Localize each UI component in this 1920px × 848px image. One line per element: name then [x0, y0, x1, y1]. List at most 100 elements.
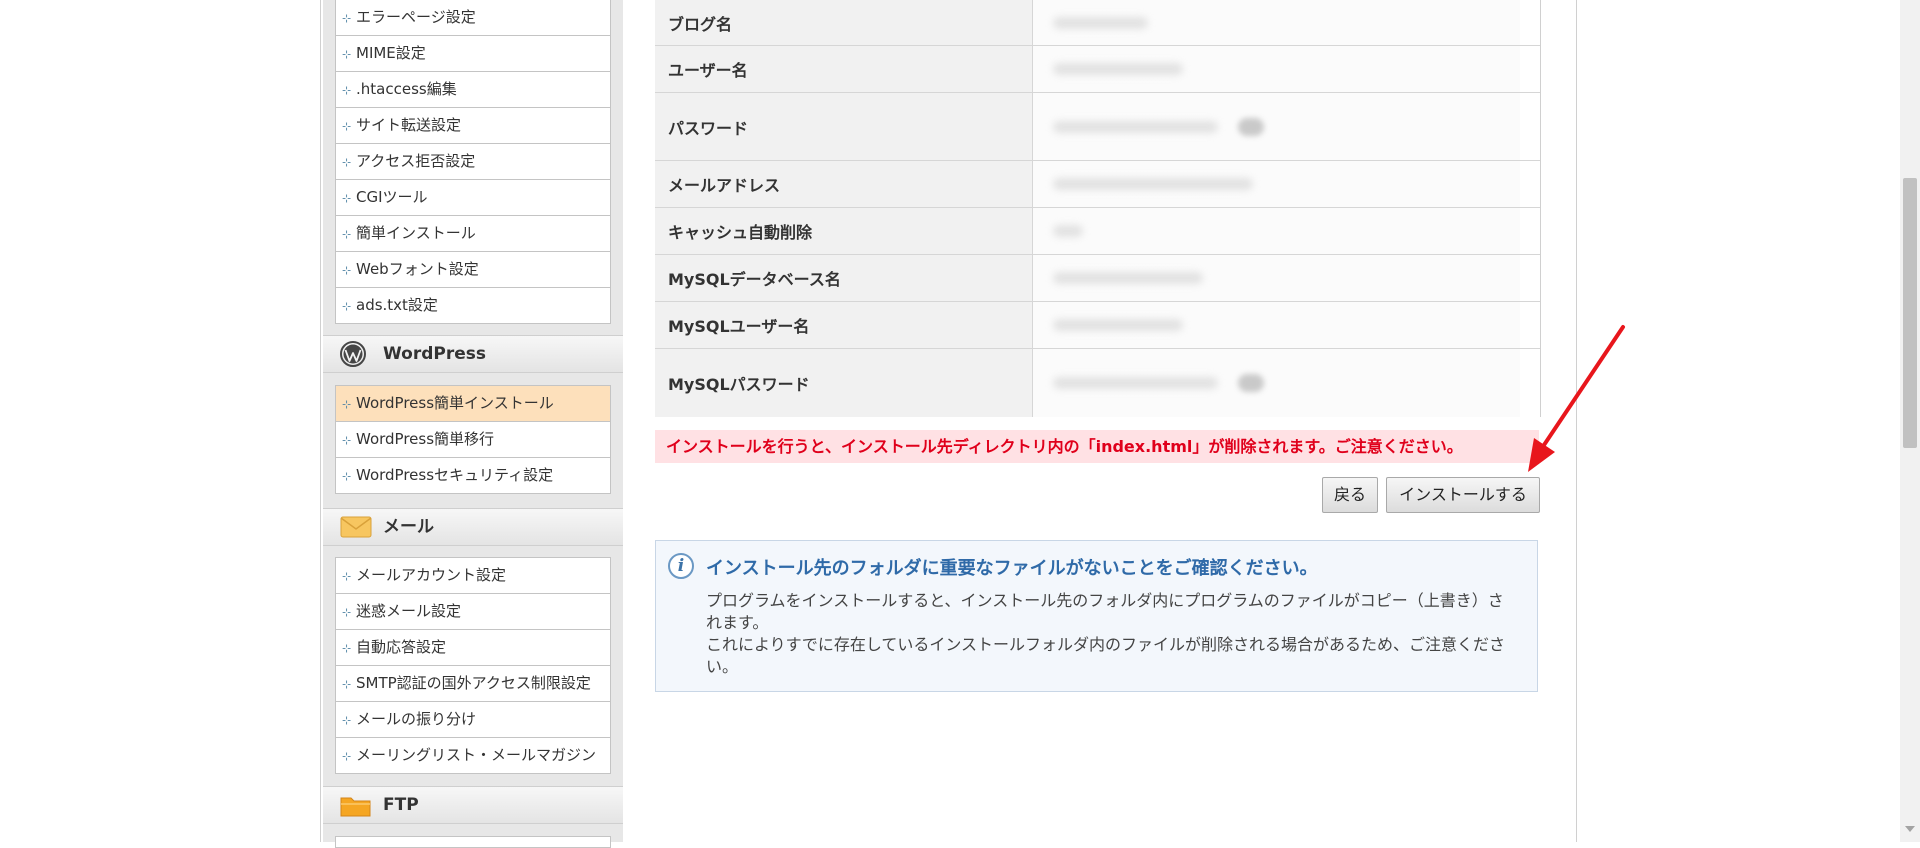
sidebar-item-mime[interactable]: ⊹ MIME設定 — [336, 35, 610, 71]
sidebar-section-ftp: FTP — [323, 786, 623, 824]
row-email: メールアドレス — [655, 161, 1540, 208]
sidebar-item-web-font[interactable]: ⊹ Webフォント設定 — [336, 251, 610, 287]
mysql-user-value — [1033, 302, 1540, 348]
sidebar-item-label: 簡単インストール — [356, 224, 476, 242]
vertical-scrollbar[interactable] — [1900, 0, 1920, 842]
sidebar-item-label: ads.txt設定 — [356, 296, 438, 314]
sidebar-item-mail-filter[interactable]: ⊹ メールの振り分け — [336, 701, 610, 737]
sidebar-item-cgi-tools[interactable]: ⊹ CGIツール — [336, 179, 610, 215]
bullet-icon: ⊹ — [342, 156, 352, 169]
bullet-icon: ⊹ — [342, 300, 352, 313]
sidebar-item-error-page[interactable]: ⊹ エラーページ設定 — [336, 0, 610, 35]
info-text: これによりすでに存在しているインストールフォルダ内のファイルが削除される場合があ… — [706, 635, 1506, 676]
bullet-icon: ⊹ — [342, 606, 352, 619]
bullet-icon: ⊹ — [342, 264, 352, 277]
sidebar-item-label: エラーページ設定 — [356, 8, 476, 26]
sidebar-item-ads-txt[interactable]: ⊹ ads.txt設定 — [336, 287, 610, 323]
row-username: ユーザー名 — [655, 46, 1540, 93]
row-blog-name: ブログ名 — [655, 0, 1540, 46]
section-title: WordPress — [383, 344, 486, 364]
scroll-down-arrow-icon[interactable] — [1905, 826, 1915, 832]
sidebar-item-wordpress-security[interactable]: ⊹ WordPressセキュリティ設定 — [336, 457, 610, 493]
sidebar-item-label: アクセス拒否設定 — [356, 152, 476, 170]
row-mysql-database: MySQLデータベース名 — [655, 255, 1540, 302]
email-value — [1033, 161, 1540, 207]
install-settings-table: ブログ名 ユーザー名 パスワード メールアドレス キャッシュ自動削除 MySQL… — [655, 0, 1541, 417]
row-label: キャッシュ自動削除 — [655, 208, 1033, 254]
sidebar-item-label: MIME設定 — [356, 44, 426, 62]
page: ⊹ エラーページ設定 ⊹ MIME設定 ⊹ .htaccess編集 ⊹ サイト転送設定 … — [0, 0, 1920, 848]
sidebar-item-wordpress-easy-install[interactable]: ⊹ WordPress簡単インストール — [336, 386, 610, 421]
row-label: MySQLユーザー名 — [655, 302, 1033, 348]
sidebar-item-htaccess[interactable]: ⊹ .htaccess編集 — [336, 71, 610, 107]
password-value — [1033, 93, 1540, 160]
sidebar-item-auto-reply[interactable]: ⊹ 自動応答設定 — [336, 629, 610, 665]
server-settings-menu: ⊹ エラーページ設定 ⊹ MIME設定 ⊹ .htaccess編集 ⊹ サイト転送設定 … — [335, 0, 611, 324]
mysql-database-value — [1033, 255, 1540, 301]
sidebar-item-label: WordPress簡単インストール — [356, 394, 554, 412]
row-cache-auto-delete: キャッシュ自動削除 — [655, 208, 1540, 255]
sidebar-item-smtp-restriction[interactable]: ⊹ SMTP認証の国外アクセス制限設定 — [336, 665, 610, 701]
bullet-icon: ⊹ — [342, 84, 352, 97]
section-title: FTP — [383, 795, 419, 815]
section-title: メール — [383, 517, 434, 537]
row-label: メールアドレス — [655, 161, 1033, 207]
index-html-warning: インストールを行うと、インストール先ディレクトリ内の「index.html」が削… — [655, 430, 1539, 463]
sidebar-item-label: メールアカウント設定 — [356, 566, 507, 584]
bullet-icon: ⊹ — [342, 470, 352, 483]
sidebar-item-easy-install[interactable]: ⊹ 簡単インストール — [336, 215, 610, 251]
bullet-icon: ⊹ — [342, 398, 352, 411]
install-button[interactable]: インストールする — [1386, 477, 1540, 513]
blog-name-value — [1033, 0, 1540, 45]
sidebar-item-label: .htaccess編集 — [356, 80, 457, 98]
back-button[interactable]: 戻る — [1322, 477, 1378, 513]
row-password: パスワード — [655, 93, 1540, 161]
row-label: ユーザー名 — [655, 46, 1033, 92]
sidebar-section-mail: メール — [323, 508, 623, 546]
bullet-icon: ⊹ — [342, 48, 352, 61]
sidebar-item-label: WordPress簡単移行 — [356, 430, 495, 448]
sidebar-item-label: サイト転送設定 — [356, 116, 462, 134]
info-title: インストール先のフォルダに重要なファイルがないことをご確認ください。 — [706, 558, 1318, 579]
sidebar-item-wordpress-migration[interactable]: ⊹ WordPress簡単移行 — [336, 421, 610, 457]
row-label: MySQLパスワード — [655, 349, 1033, 417]
scrollbar-thumb[interactable] — [1903, 178, 1917, 448]
mysql-password-value — [1033, 349, 1540, 417]
wordpress-menu: ⊹ WordPress簡単インストール ⊹ WordPress簡単移行 ⊹ WordP… — [335, 385, 611, 494]
row-label: ブログ名 — [655, 0, 1033, 45]
bullet-icon: ⊹ — [342, 192, 352, 205]
bullet-icon: ⊹ — [342, 642, 352, 655]
sidebar-item-label: WordPressセキュリティ設定 — [356, 466, 554, 484]
sidebar-item-label: メールの振り分け — [356, 710, 477, 728]
eye-icon — [1238, 117, 1264, 136]
sidebar-item-label: CGIツール — [356, 188, 428, 206]
sidebar-item-label: 自動応答設定 — [356, 638, 447, 656]
bullet-icon: ⊹ — [342, 570, 352, 583]
mail-menu: ⊹ メールアカウント設定 ⊹ 迷惑メール設定 ⊹ 自動応答設定 ⊹ SMTP認証の国外ア… — [335, 557, 611, 774]
bullet-icon: ⊹ — [342, 678, 352, 691]
row-label: パスワード — [655, 93, 1033, 160]
info-icon: i — [668, 553, 694, 579]
annotation-arrow — [1528, 325, 1625, 472]
info-notice: i インストール先のフォルダに重要なファイルがないことをご確認ください。 プログ… — [655, 540, 1538, 692]
wordpress-logo-icon — [340, 341, 366, 367]
sidebar-item-label: メーリングリスト・メールマガジン — [356, 746, 597, 764]
bullet-icon: ⊹ — [342, 228, 352, 241]
envelope-icon — [340, 516, 372, 538]
sidebar-item-access-deny[interactable]: ⊹ アクセス拒否設定 — [336, 143, 610, 179]
bullet-icon: ⊹ — [342, 750, 352, 763]
sidebar-item-site-redirect[interactable]: ⊹ サイト転送設定 — [336, 107, 610, 143]
ftp-menu — [335, 836, 611, 848]
sidebar-item-mail-account[interactable]: ⊹ メールアカウント設定 — [336, 558, 610, 593]
bullet-icon: ⊹ — [342, 120, 352, 133]
sidebar: ⊹ エラーページ設定 ⊹ MIME設定 ⊹ .htaccess編集 ⊹ サイト転送設定 … — [323, 0, 623, 848]
sidebar-section-wordpress: WordPress — [323, 335, 623, 373]
sidebar-item-label: Webフォント設定 — [356, 260, 479, 278]
row-label: MySQLデータベース名 — [655, 255, 1033, 301]
sidebar-item-label: 迷惑メール設定 — [356, 602, 462, 620]
info-body: プログラムをインストールすると、インストール先のフォルダ内にプログラムのファイル… — [706, 590, 1506, 678]
sidebar-item-mailing-list[interactable]: ⊹ メーリングリスト・メールマガジン — [336, 737, 610, 773]
username-value — [1033, 46, 1540, 92]
sidebar-item-spam-settings[interactable]: ⊹ 迷惑メール設定 — [336, 593, 610, 629]
row-mysql-password: MySQLパスワード — [655, 349, 1540, 417]
